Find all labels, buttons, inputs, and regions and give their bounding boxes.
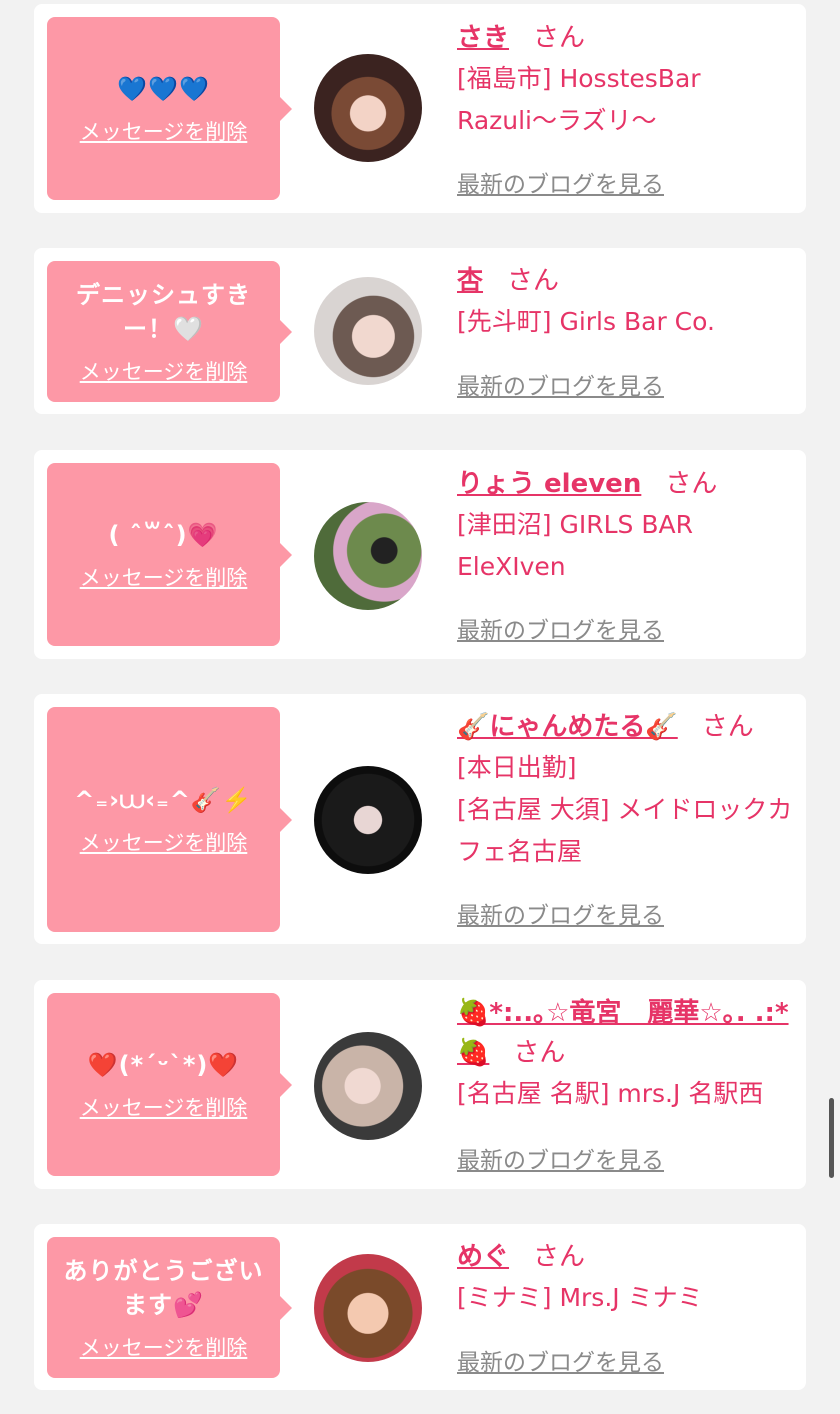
latest-blog-link[interactable]: 最新のブログを見る bbox=[457, 896, 664, 930]
delete-message-link[interactable]: メッセージを削除 bbox=[80, 356, 248, 386]
delete-message-link[interactable]: メッセージを削除 bbox=[80, 562, 248, 592]
favorite-card: デニッシュすきー！🤍 メッセージを削除 杏さん [先斗町] Girls Bar … bbox=[34, 248, 806, 414]
avatar[interactable] bbox=[314, 502, 422, 610]
message-bubble: ❤️(*´ᵕ`*)❤️ メッセージを削除 bbox=[47, 993, 292, 1176]
latest-blog-link[interactable]: 最新のブログを見る bbox=[457, 611, 664, 645]
honorific: さん bbox=[533, 23, 586, 53]
message-bubble: ありがとうございます💕 メッセージを削除 bbox=[47, 1237, 292, 1378]
honorific: さん bbox=[533, 1242, 586, 1272]
message-text: ❤️(*´ᵕ`*)❤️ bbox=[87, 1050, 240, 1079]
honorific: さん bbox=[513, 1038, 566, 1068]
honorific: さん bbox=[507, 266, 560, 296]
message-bubble: ^₌›⩊‹₌^🎸⚡️ メッセージを削除 bbox=[47, 707, 292, 932]
latest-blog-link[interactable]: 最新のブログを見る bbox=[457, 367, 664, 401]
cast-name-link[interactable]: 杏 bbox=[457, 266, 483, 296]
shop-label: [名古屋 名駅] mrs.J 名駅西 bbox=[457, 1079, 764, 1108]
delete-message-link[interactable]: メッセージを削除 bbox=[80, 1092, 248, 1122]
favorite-card: ^₌›⩊‹₌^🎸⚡️ メッセージを削除 🎸にゃんめたる🎸 さん [本日出勤] [名… bbox=[34, 694, 806, 944]
shop-label: [先斗町] Girls Bar Co. bbox=[457, 307, 715, 336]
delete-message-link[interactable]: メッセージを削除 bbox=[80, 827, 248, 857]
latest-blog-link[interactable]: 最新のブログを見る bbox=[457, 1141, 664, 1175]
cast-name-link[interactable]: りょう eleven bbox=[457, 469, 641, 499]
favorite-card: ( ˆ꒳ˆ)💗 メッセージを削除 りょう eleven さん [津田沼] GIRL… bbox=[34, 450, 806, 659]
delete-message-link[interactable]: メッセージを削除 bbox=[80, 1332, 248, 1362]
favorite-card: ありがとうございます💕 メッセージを削除 めぐ さん [ミナミ] Mrs.J ミナ… bbox=[34, 1224, 806, 1390]
message-text: ^₌›⩊‹₌^🎸⚡️ bbox=[74, 785, 253, 814]
cast-name-link[interactable]: めぐ bbox=[457, 1242, 509, 1272]
avatar[interactable] bbox=[314, 766, 422, 874]
avatar[interactable] bbox=[314, 1254, 422, 1362]
message-text: ありがとうございます💕 bbox=[63, 1256, 264, 1319]
shop-label: [ミナミ] Mrs.J ミナミ bbox=[457, 1283, 703, 1312]
message-text: ( ˆ꒳ˆ)💗 bbox=[108, 520, 219, 549]
latest-blog-link[interactable]: 最新のブログを見る bbox=[457, 165, 664, 199]
scrollbar[interactable] bbox=[829, 1098, 834, 1178]
favorite-card: 💙💙💙 メッセージを削除 さき さん [福島市] HosstesBar Razul… bbox=[34, 4, 806, 213]
cast-name-link[interactable]: 🍓*:..｡☆竜宮 麗華☆｡. .:*🍓 bbox=[457, 998, 789, 1068]
honorific: さん bbox=[665, 469, 718, 499]
shop-label: [津田沼] GIRLS BAR EleXIven bbox=[457, 510, 693, 581]
favorite-card: ❤️(*´ᵕ`*)❤️ メッセージを削除 🍓*:..｡☆竜宮 麗華☆｡. .:*… bbox=[34, 980, 806, 1189]
cast-name-link[interactable]: 🎸にゃんめたる🎸 bbox=[457, 712, 678, 742]
avatar[interactable] bbox=[314, 277, 422, 385]
work-status: [本日出勤] bbox=[457, 753, 577, 782]
message-bubble: デニッシュすきー！🤍 メッセージを削除 bbox=[47, 261, 292, 402]
message-bubble: ( ˆ꒳ˆ)💗 メッセージを削除 bbox=[47, 463, 292, 646]
avatar[interactable] bbox=[314, 1032, 422, 1140]
message-bubble: 💙💙💙 メッセージを削除 bbox=[47, 17, 292, 200]
cast-name-link[interactable]: さき bbox=[457, 23, 509, 53]
delete-message-link[interactable]: メッセージを削除 bbox=[80, 116, 248, 146]
shop-label: [福島市] HosstesBar Razuli〜ラズリ〜 bbox=[457, 64, 701, 135]
message-text: 💙💙💙 bbox=[117, 74, 210, 103]
shop-label: [名古屋 大須] メイドロックカフェ名古屋 bbox=[457, 795, 793, 866]
message-text: デニッシュすきー！🤍 bbox=[76, 280, 251, 343]
honorific: さん bbox=[701, 712, 754, 742]
avatar[interactable] bbox=[314, 54, 422, 162]
latest-blog-link[interactable]: 最新のブログを見る bbox=[457, 1343, 664, 1377]
